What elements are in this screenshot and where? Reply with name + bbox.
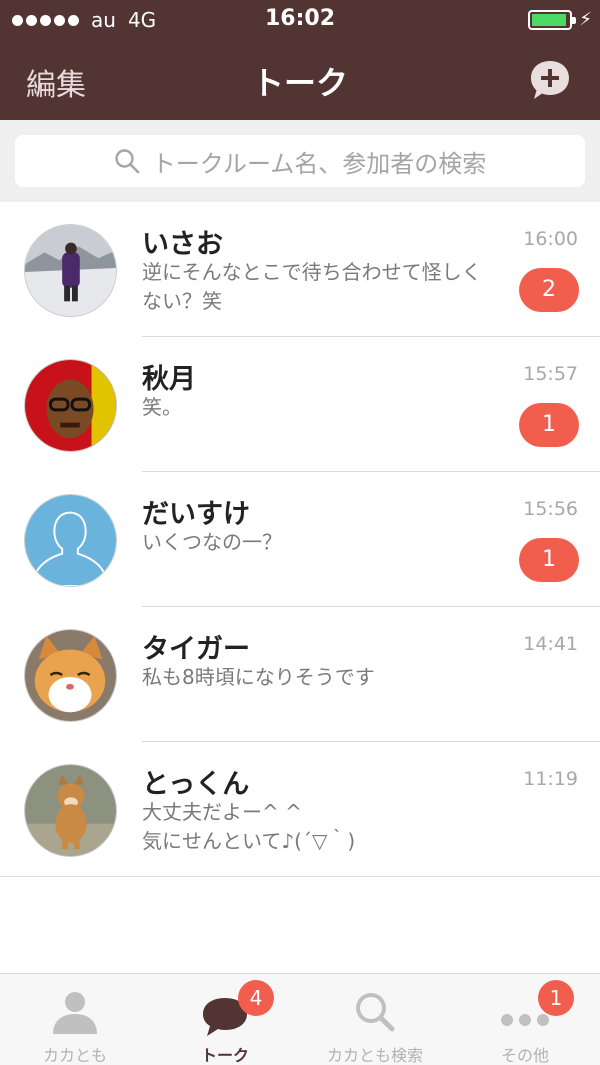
nav-bar: 編集 トーク — [0, 40, 600, 120]
search-area: トークルーム名、参加者の検索 — [0, 120, 600, 202]
tab-badge: 1 — [538, 980, 574, 1016]
chat-time: 14:41 — [523, 633, 578, 655]
chat-message: 逆にそんなとこで待ち合わせて怪しく ない？笑 — [142, 260, 482, 313]
search-input[interactable]: トークルーム名、参加者の検索 — [15, 135, 585, 187]
chat-time: 15:56 — [523, 498, 578, 520]
charging-icon: ⚡ — [579, 9, 592, 30]
chat-row-akizuki[interactable]: 秋月 笑。 15:57 1 — [0, 337, 600, 472]
avatar — [24, 224, 117, 317]
chat-time: 16:00 — [523, 228, 578, 250]
chat-row-tiger[interactable]: タイガー 私も8時頃になりそうです 14:41 — [0, 607, 600, 742]
avatar — [24, 359, 117, 452]
chat-name: 秋月 — [142, 364, 196, 395]
status-time: 16:02 — [264, 6, 336, 31]
chat-message: いくつなの一？ — [142, 530, 282, 554]
chat-time: 15:57 — [523, 363, 578, 385]
chat-name: だいすけ — [142, 499, 250, 530]
search-placeholder: トークルーム名、参加者の検索 — [151, 149, 487, 178]
chat-time: 11:19 — [523, 768, 578, 790]
chat-message: 大丈夫だよー^ ^ 気にせんといて♪(´▽｀) — [142, 800, 356, 853]
avatar — [24, 494, 117, 587]
page-title: トーク — [251, 64, 348, 102]
unread-badge: 1 — [519, 538, 579, 582]
tab-label: カカとも — [42, 1046, 107, 1065]
search-icon — [356, 993, 395, 1032]
chat-message: 笑。 — [142, 395, 182, 419]
chat-row-isao[interactable]: いさお 逆にそんなとこで待ち合わせて怪しく ない？笑 16:00 2 — [0, 202, 600, 337]
tab-more[interactable]: 1 その他 — [450, 974, 600, 1065]
chat-name: とっくん — [142, 769, 250, 800]
chat-row-daisuke[interactable]: だいすけ いくつなの一？ 15:56 1 — [0, 472, 600, 607]
chat-list: いさお 逆にそんなとこで待ち合わせて怪しく ない？笑 16:00 2 秋月 笑。… — [0, 202, 600, 877]
search-icon — [115, 149, 140, 174]
tab-friend-search[interactable]: カカとも検索 — [300, 974, 450, 1065]
tab-label: トーク — [200, 1046, 249, 1065]
compose-icon[interactable] — [528, 58, 572, 102]
avatar — [24, 629, 117, 722]
friends-icon — [53, 992, 97, 1034]
tab-label: カカとも検索 — [326, 1046, 423, 1065]
status-bar: au 4G 16:02 ⚡ — [0, 0, 600, 40]
chat-message: 私も8時頃になりそうです — [142, 665, 375, 689]
chat-name: いさお — [142, 229, 223, 260]
unread-badge: 2 — [519, 268, 579, 312]
unread-badge: 1 — [519, 403, 579, 447]
avatar — [24, 764, 117, 857]
tab-talk[interactable]: 4 トーク — [150, 974, 300, 1065]
battery-icon — [528, 10, 576, 30]
tab-friends[interactable]: カカとも — [0, 974, 150, 1065]
chat-row-tokkun[interactable]: とっくん 大丈夫だよー^ ^ 気にせんといて♪(´▽｀) 11:19 — [0, 742, 600, 877]
tab-bar: カカとも 4 トーク カカとも検索 1 その他 — [0, 973, 600, 1065]
chat-name: タイガー — [142, 634, 250, 665]
tab-label: その他 — [500, 1046, 549, 1065]
tab-badge: 4 — [238, 980, 274, 1016]
